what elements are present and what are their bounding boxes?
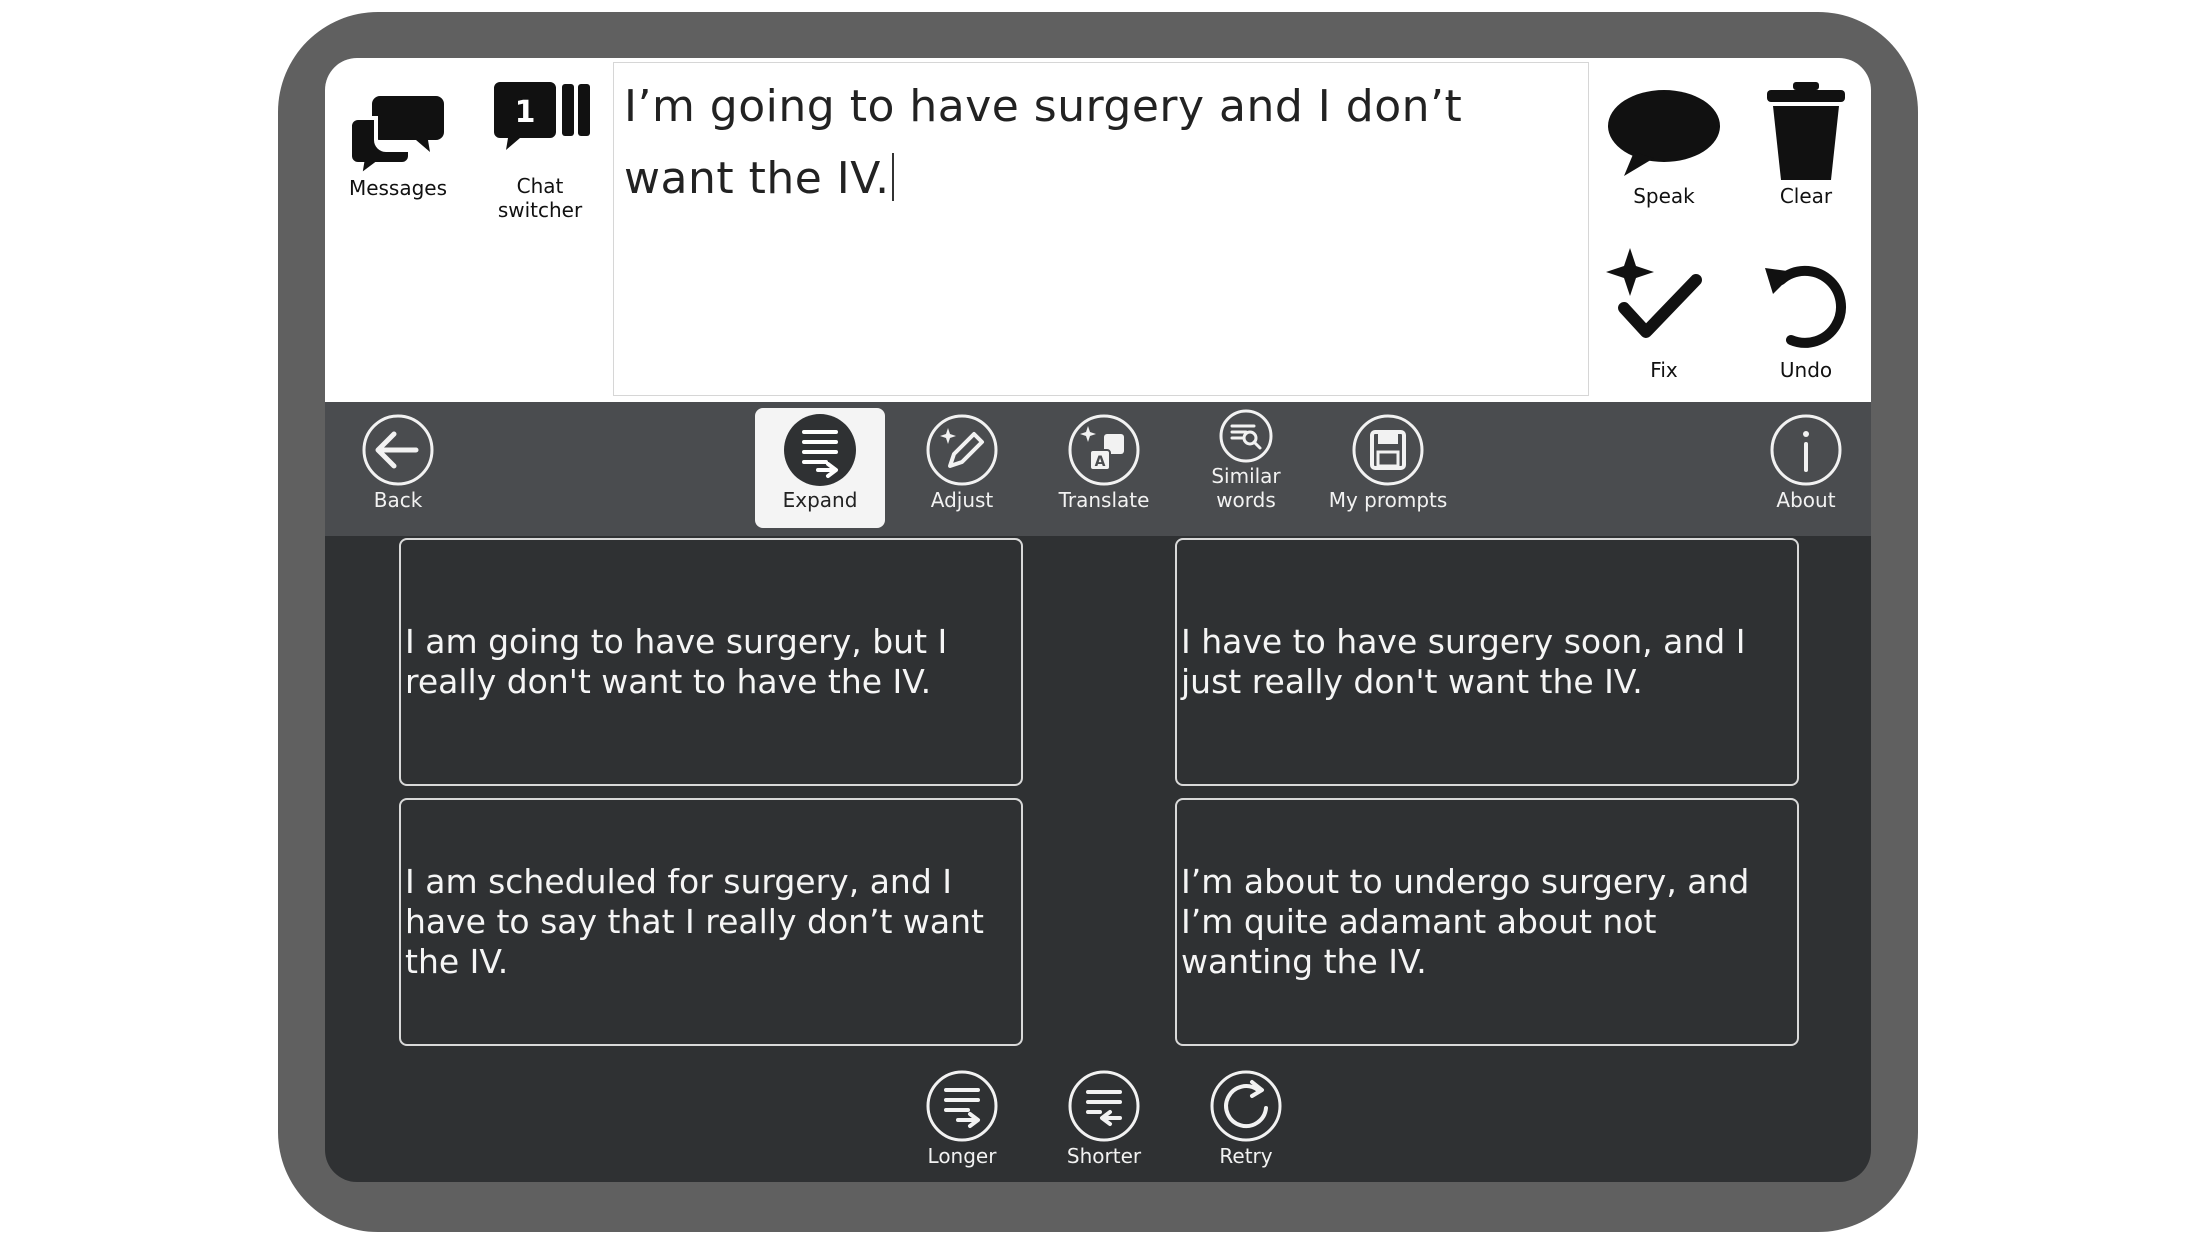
chat-switcher-badge: 1 xyxy=(515,95,536,130)
mode-toolbar: Back Expand Adjust A Translate Similar w… xyxy=(325,402,1871,536)
speech-bubble-icon xyxy=(1608,90,1720,176)
adjust-label: Adjust xyxy=(930,488,994,512)
retry-button[interactable]: Retry xyxy=(1181,1068,1311,1168)
expand-label: Expand xyxy=(782,488,858,512)
tab-similar-words[interactable]: Similar words xyxy=(1181,408,1311,528)
speak-button[interactable]: Speak xyxy=(1599,86,1729,208)
message-composer[interactable]: I’m going to have surgery and I don’t wa… xyxy=(613,62,1589,396)
chat-switcher-label-line2: switcher xyxy=(497,198,583,222)
clear-button[interactable]: Clear xyxy=(1741,80,1871,208)
tab-adjust[interactable]: Adjust xyxy=(897,408,1027,528)
longer-list-icon xyxy=(926,1070,998,1142)
top-panel: Messages 1 Chat switcher I’m going to ha… xyxy=(325,58,1871,402)
longer-button[interactable]: Longer xyxy=(897,1068,1027,1168)
translate-icon: A xyxy=(1068,414,1140,486)
suggestion-text: I’m about to undergo surgery, and I’m qu… xyxy=(1181,862,1750,981)
speak-label: Speak xyxy=(1633,184,1695,208)
about-label: About xyxy=(1776,488,1836,512)
info-icon xyxy=(1770,414,1842,486)
similar-words-label-line1: Similar xyxy=(1211,464,1281,488)
undo-arrow-icon xyxy=(1765,265,1846,348)
undo-button[interactable]: Undo xyxy=(1741,258,1871,382)
arrow-left-icon xyxy=(362,414,434,486)
messages-button[interactable]: Messages xyxy=(333,90,463,200)
longer-label: Longer xyxy=(927,1144,997,1168)
chat-switcher-button[interactable]: 1 Chat switcher xyxy=(475,82,605,222)
messages-label: Messages xyxy=(348,176,448,200)
suggestion-text: I am going to have surgery, but I really… xyxy=(405,622,948,701)
composer-text: I’m going to have surgery and I don’t wa… xyxy=(624,81,1463,204)
tab-expand[interactable]: Expand xyxy=(755,408,885,528)
fix-button[interactable]: Fix xyxy=(1599,246,1729,382)
expand-list-icon xyxy=(784,414,856,486)
about-button[interactable]: About xyxy=(1741,408,1871,528)
retry-label: Retry xyxy=(1219,1144,1273,1168)
suggestion-text: I have to have surgery soon, and I just … xyxy=(1181,622,1746,701)
magic-pencil-icon xyxy=(926,414,998,486)
my-prompts-label: My prompts xyxy=(1328,488,1448,512)
trash-can-icon xyxy=(1767,82,1845,180)
translate-label: Translate xyxy=(1058,488,1150,512)
refresh-icon xyxy=(1210,1070,1282,1142)
tab-translate[interactable]: A Translate xyxy=(1039,408,1169,528)
search-text-icon xyxy=(1219,409,1273,463)
tab-my-prompts[interactable]: My prompts xyxy=(1323,408,1453,528)
floppy-disk-icon xyxy=(1352,414,1424,486)
chat-bubbles-icon xyxy=(350,96,444,176)
shorter-list-icon xyxy=(1068,1070,1140,1142)
similar-words-label-line2: words xyxy=(1216,488,1276,512)
suggestion-card[interactable]: I’m about to undergo surgery, and I’m qu… xyxy=(1175,798,1799,1046)
svg-text:A: A xyxy=(1095,454,1106,470)
chat-switcher-label-line1: Chat xyxy=(516,174,564,198)
shorter-label: Shorter xyxy=(1066,1144,1142,1168)
text-caret xyxy=(891,153,894,201)
shorter-button[interactable]: Shorter xyxy=(1039,1068,1169,1168)
sparkle-check-icon xyxy=(1606,248,1702,338)
fix-label: Fix xyxy=(1650,358,1678,382)
suggestion-text: I am scheduled for surgery, and I have t… xyxy=(405,862,984,981)
chat-switcher-icon: 1 xyxy=(494,82,590,150)
back-label: Back xyxy=(373,488,423,512)
app-screen: Messages 1 Chat switcher I’m going to ha… xyxy=(325,58,1871,1182)
suggestion-card[interactable]: I am going to have surgery, but I really… xyxy=(399,538,1023,786)
clear-label: Clear xyxy=(1779,184,1833,208)
back-button[interactable]: Back xyxy=(333,408,463,528)
suggestion-card[interactable]: I have to have surgery soon, and I just … xyxy=(1175,538,1799,786)
suggestion-card[interactable]: I am scheduled for surgery, and I have t… xyxy=(399,798,1023,1046)
undo-label: Undo xyxy=(1779,358,1833,382)
